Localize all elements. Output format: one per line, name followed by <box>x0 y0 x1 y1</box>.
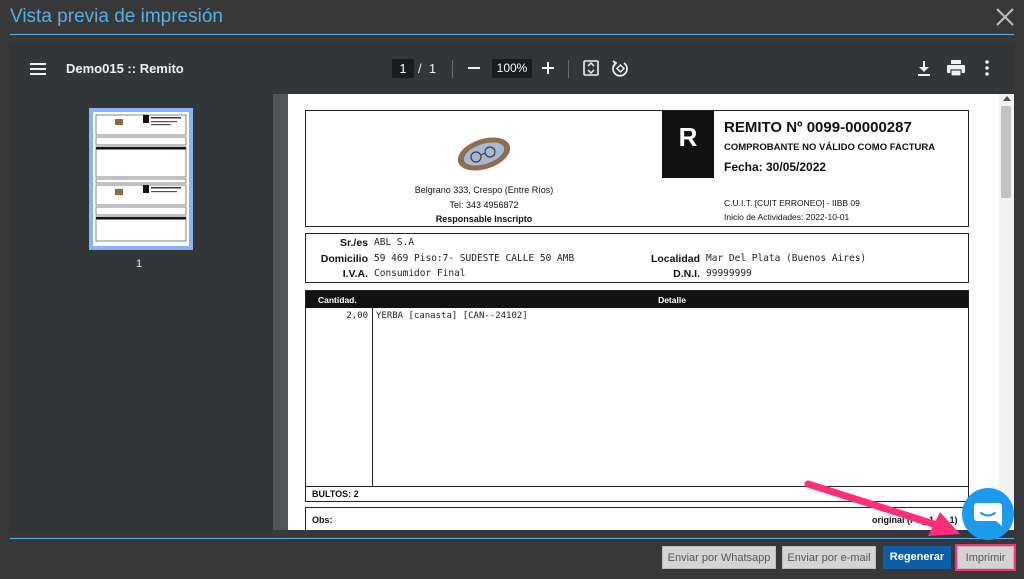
dialog-title: Vista previa de impresión <box>10 6 223 27</box>
thumbnail-page-number: 1 <box>136 258 143 270</box>
observations-box: Obs: original (Pág 1 de 1) <box>305 507 969 530</box>
zoom-in-icon[interactable] <box>540 60 556 76</box>
client-dni: 99999999 <box>706 268 752 279</box>
item-qty: 2,00 <box>346 311 368 321</box>
vertical-scrollbar[interactable] <box>999 94 1014 530</box>
more-vert-icon[interactable] <box>980 59 994 77</box>
zoom-input[interactable]: 100% <box>492 59 532 78</box>
chat-widget[interactable] <box>962 488 1014 540</box>
print-icon[interactable] <box>946 59 966 77</box>
company-phone: Tel: 343 4956872 <box>449 200 519 210</box>
document-title: Demo015 :: Remito <box>66 61 184 76</box>
menu-icon[interactable] <box>28 59 48 79</box>
items-header: Cantidad. Detalle <box>306 291 968 308</box>
viewer-toolbar: Demo015 :: Remito 1 / 1 100% <box>10 44 1014 94</box>
client-iva-label: I.V.A. <box>342 268 368 280</box>
total-pages: 1 <box>428 61 437 76</box>
fit-page-icon[interactable] <box>582 59 600 77</box>
client-dni-label: D.N.I. <box>673 268 700 280</box>
page-count: original (Pág 1 de 1) <box>872 515 958 525</box>
thumbnail-panel: 1 <box>10 94 273 530</box>
client-name-label: Sr./es <box>339 237 368 249</box>
send-whatsapp-button[interactable]: Enviar por Whatsapp <box>662 546 776 569</box>
client-address-label: Domicilio <box>320 253 368 265</box>
download-icon[interactable] <box>915 59 933 77</box>
page-separator: / <box>418 61 422 76</box>
client-info: Sr./es ABL S.A Domicilio 59 469 Piso:7- … <box>305 233 969 283</box>
invoice-disclaimer: COMPROBANTE NO VÁLIDO COMO FACTURA <box>724 142 936 153</box>
zoom-out-icon[interactable] <box>466 60 482 76</box>
cuit-info: C.U.I.T. [CUIT ERRONEO] - IIBB 09 <box>724 198 860 208</box>
document-page: Belgrano 333, Crespo (Entre Ríos) Tel: 3… <box>288 94 999 530</box>
items-table: Cantidad. Detalle 2,00 YERBA [canasta] [… <box>305 290 969 502</box>
company-iva-condition: Responsable Inscripto <box>435 214 533 224</box>
title-divider <box>10 34 1014 35</box>
toolbar-divider <box>568 60 569 78</box>
bultos-total: BULTOS: 2 <box>306 486 968 501</box>
activity-start: Inicio de Actividades: 2022-10-01 <box>724 212 850 222</box>
company-logo <box>457 137 511 171</box>
page-total: / 1 <box>418 61 436 76</box>
rotate-icon[interactable] <box>610 58 630 78</box>
company-address: Belgrano 333, Crespo (Entre Ríos) <box>414 185 554 195</box>
page-thumbnail[interactable] <box>89 108 193 250</box>
toolbar-divider <box>452 60 453 78</box>
remito-header: Belgrano 333, Crespo (Entre Ríos) Tel: 3… <box>305 110 969 227</box>
document-letter: R <box>662 111 714 178</box>
send-email-button[interactable]: Enviar por e-mail <box>782 546 876 569</box>
detail-column-header: Detalle <box>658 295 686 305</box>
thumbnail-preview <box>95 114 187 242</box>
regenerate-button[interactable]: Regenerar <box>883 546 951 569</box>
column-divider <box>372 308 373 486</box>
client-city-label: Localidad <box>650 253 700 265</box>
print-button[interactable]: Imprimir <box>955 544 1016 571</box>
client-name: ABL S.A <box>374 237 415 248</box>
item-detail: YERBA [canasta] [CAN--24102] <box>376 311 528 321</box>
document-date: Fecha: 30/05/2022 <box>724 160 827 174</box>
scroll-up-arrow-icon[interactable] <box>1003 96 1011 101</box>
close-icon[interactable] <box>994 6 1016 28</box>
client-city: Mar Del Plata (Buenos Aires) <box>706 253 867 264</box>
footer-divider <box>10 538 1014 539</box>
client-iva: Consumidor Final <box>374 268 466 279</box>
scroll-thumb[interactable] <box>1001 106 1011 198</box>
observations-label: Obs: <box>312 515 333 525</box>
page-number-input[interactable]: 1 <box>392 59 414 78</box>
remito-number: REMITO Nº 0099-00000287 <box>724 119 912 136</box>
client-address: 59 469 Piso:7- SUDESTE CALLE 50 AMB <box>374 253 575 264</box>
chat-bubble-icon <box>974 503 1002 526</box>
pdf-viewer: Demo015 :: Remito 1 / 1 100% 1 Belgrano … <box>10 44 1014 530</box>
